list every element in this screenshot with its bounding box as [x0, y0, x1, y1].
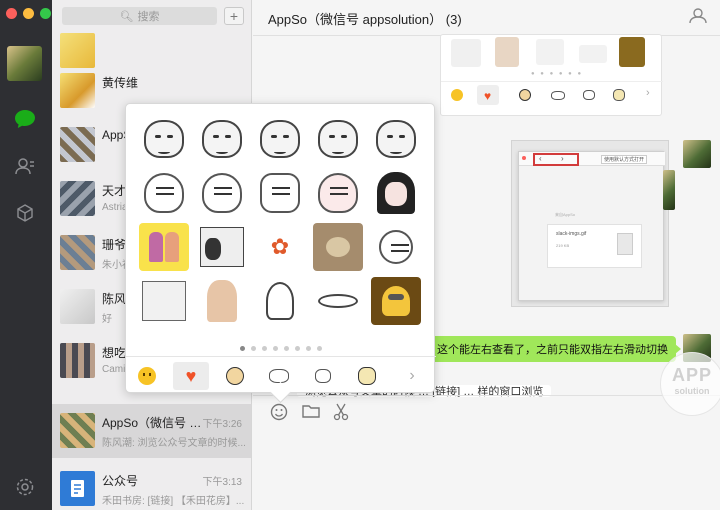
conversation-item-active[interactable]: AppSo（微信号 ap... 下午3:26 陈风潮: 浏览公众号文章的时候..… — [52, 404, 251, 458]
search-icon: 🔍︎ — [119, 10, 134, 23]
scissors-icon[interactable] — [331, 403, 351, 423]
sticker-item[interactable] — [255, 115, 305, 163]
open-default-button: 使用默认方式打开 — [601, 155, 648, 164]
sticker-item[interactable] — [197, 115, 247, 163]
preview-window: ‹ › 使用默认方式打开 来自AppSo slack-imgs.gif 219 … — [518, 151, 665, 301]
sticker-item[interactable] — [371, 169, 421, 217]
sticker-item[interactable] — [371, 115, 421, 163]
my-avatar[interactable] — [7, 46, 42, 81]
sticker-item[interactable] — [197, 223, 247, 271]
sticker-pack-icon — [226, 367, 244, 385]
conversation-preview: 禾田书房: [链接] 【禾田花房】... — [102, 496, 245, 507]
sticker-pack-icon — [269, 369, 289, 383]
nav-arrows-highlight: ‹ › — [533, 153, 579, 166]
avatar — [60, 33, 95, 68]
sticker-item[interactable] — [313, 115, 363, 163]
watermark-logo: APP solution — [660, 352, 720, 416]
sticker-item[interactable] — [197, 169, 247, 217]
tab-sticker-pack-4[interactable] — [349, 362, 385, 390]
sender-avatar[interactable] — [683, 140, 711, 168]
avatar — [60, 343, 95, 378]
settings-gear-icon[interactable] — [14, 476, 36, 498]
sticker-item[interactable] — [313, 169, 363, 217]
avatar — [60, 127, 95, 162]
conversation-item[interactable]: 公众号 下午3:13 禾田书房: [链接] 【禾田花房】... — [52, 462, 251, 510]
add-chat-button[interactable]: + — [224, 7, 244, 25]
chat-title: AppSo（微信号 appsolution） (3) — [268, 12, 462, 27]
avatar — [60, 181, 95, 216]
minimize-icon[interactable] — [23, 8, 34, 19]
tab-sticker-pack-3[interactable] — [305, 362, 341, 390]
chat-icon[interactable] — [14, 108, 36, 130]
chat-header: AppSo（微信号 appsolution） (3) — [253, 0, 720, 36]
sender-avatar-edge — [663, 170, 675, 210]
sticker-item[interactable] — [139, 223, 189, 271]
close-icon[interactable] — [6, 8, 17, 19]
avatar — [60, 73, 95, 108]
sticker-item[interactable] — [139, 115, 189, 163]
sticker-item[interactable] — [255, 277, 305, 325]
screenshot-image-message[interactable]: ‹ › 使用默认方式打开 来自AppSo slack-imgs.gif 219 … — [511, 140, 669, 307]
official-accounts-icon — [60, 471, 95, 506]
sticker-item[interactable] — [197, 277, 247, 325]
sticker-item[interactable] — [139, 169, 189, 217]
conversation-time: 下午3:13 — [202, 477, 242, 488]
tab-next[interactable]: › — [394, 362, 430, 390]
chat-info-person-icon[interactable] — [688, 8, 708, 26]
file-size: 219 KB — [556, 243, 570, 248]
tab-favorites[interactable]: ♥ — [173, 362, 209, 390]
sticker-category-tabs: ♥ › — [126, 356, 436, 394]
contacts-icon[interactable] — [14, 155, 36, 177]
conversation-name: 黄传维 — [102, 76, 139, 90]
tab-sticker-pack-2[interactable] — [261, 362, 297, 390]
favorites-cube-icon[interactable] — [14, 202, 36, 224]
sticker-picker-popover: ✿ ♥ › — [125, 103, 436, 394]
folder-icon[interactable] — [301, 403, 321, 423]
conversation-name: 公众号 — [102, 474, 139, 488]
emoji-icon[interactable] — [269, 403, 289, 423]
sticker-item[interactable]: ✿ — [255, 223, 305, 271]
sticker-page-indicator — [126, 340, 436, 354]
file-card: slack-imgs.gif 219 KB — [547, 224, 642, 268]
sticker-grid: ✿ — [136, 112, 426, 328]
sticker-item[interactable] — [313, 223, 363, 271]
avatar — [60, 289, 95, 324]
heart-icon: ♥ — [185, 366, 197, 386]
sticker-item[interactable] — [371, 277, 421, 325]
sticker-item[interactable] — [139, 277, 189, 325]
sticker-item[interactable] — [371, 223, 421, 271]
sticker-pack-icon — [358, 367, 376, 385]
tab-sticker-pack-1[interactable] — [217, 362, 253, 390]
avatar — [60, 235, 95, 270]
zoom-icon[interactable] — [40, 8, 51, 19]
sticker-panel-screenshot: ● ● ● ● ● ● ♥ › — [440, 34, 663, 116]
chevron-right-icon: › — [409, 367, 415, 384]
message-bubble-outgoing[interactable]: 这个能左右查看了，之前只能双指左右滑动切换 — [429, 336, 681, 362]
conversation-time: 下午3:26 — [202, 419, 242, 430]
window-controls — [6, 8, 51, 19]
sticker-item[interactable] — [255, 169, 305, 217]
nav-rail — [0, 0, 52, 510]
sticker-item[interactable] — [313, 277, 363, 325]
input-toolbar — [253, 395, 720, 431]
smiley-icon — [138, 367, 156, 385]
file-source-label: 来自AppSo — [555, 212, 576, 217]
sticker-pack-icon — [315, 369, 331, 383]
file-name: slack-imgs.gif — [556, 231, 587, 237]
conversation-preview: 陈风潮: 浏览公众号文章的时候... — [102, 438, 246, 449]
conversation-name: AppSo（微信号 ap... — [102, 416, 202, 430]
search-input[interactable]: 🔍︎ 搜索 — [62, 7, 217, 25]
avatar — [60, 413, 95, 448]
tab-emoji[interactable] — [129, 362, 165, 390]
